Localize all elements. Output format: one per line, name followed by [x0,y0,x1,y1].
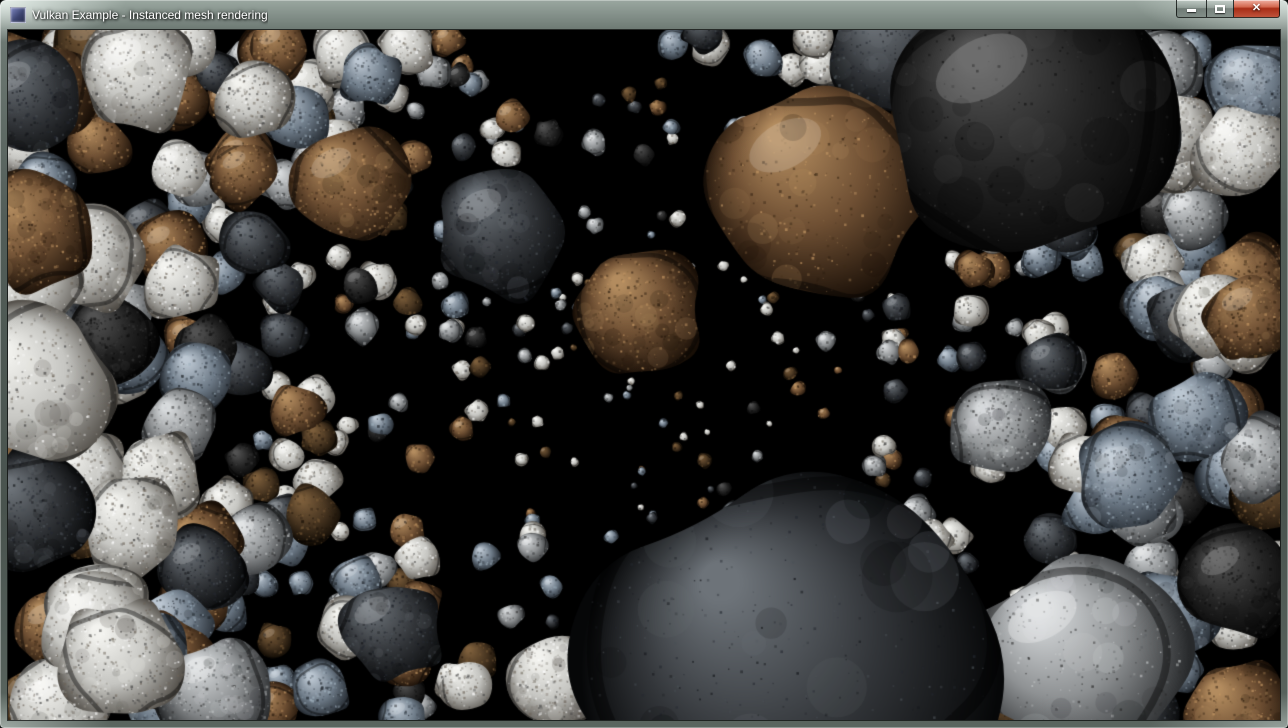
minimize-icon [1187,9,1196,12]
caption-buttons: ✕ [1176,0,1280,18]
titlebar[interactable]: Vulkan Example - Instanced mesh renderin… [0,0,1288,30]
close-button[interactable]: ✕ [1234,0,1280,18]
minimize-button[interactable] [1176,0,1206,18]
close-icon: ✕ [1252,3,1261,14]
render-viewport[interactable] [8,30,1280,720]
maximize-icon [1215,5,1225,13]
window-title: Vulkan Example - Instanced mesh renderin… [32,0,268,30]
maximize-button[interactable] [1206,0,1234,18]
app-window: Vulkan Example - Instanced mesh renderin… [0,0,1288,728]
viewport-frame [8,30,1280,720]
app-window-icon[interactable] [10,7,26,23]
